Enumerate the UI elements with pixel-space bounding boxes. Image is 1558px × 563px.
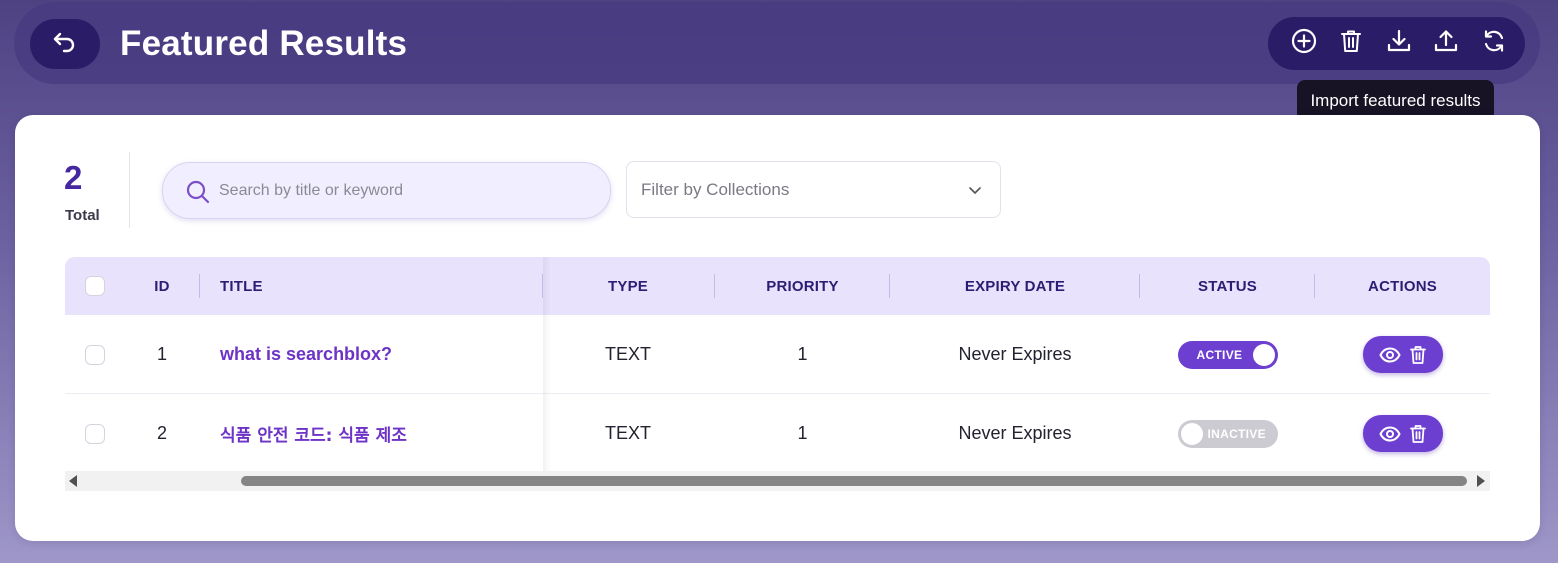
trash-icon — [1409, 345, 1426, 364]
toggle-knob — [1252, 343, 1275, 366]
row-select-cell — [85, 315, 105, 394]
status-toggle-label: ACTIVE — [1196, 347, 1243, 362]
column-header-type[interactable]: TYPE — [543, 257, 713, 315]
featured-results-card: 2 Total Filter by Collections ID TITLE — [15, 115, 1540, 541]
search-icon — [185, 179, 211, 210]
toolbar — [1268, 17, 1525, 70]
table-row: 2 식품 안전 코드: 식품 제조 TEXT 1 Never Expires I… — [65, 394, 1490, 473]
row-actions-cell — [1315, 394, 1490, 473]
row-status-cell: INACTIVE — [1140, 394, 1315, 473]
total-summary: 2 Total — [64, 159, 130, 229]
row-title-link[interactable]: what is searchblox? — [220, 315, 540, 394]
row-select-cell — [85, 394, 105, 473]
row-type: TEXT — [604, 344, 651, 364]
search-input[interactable] — [219, 175, 589, 207]
column-header-expiry-date[interactable]: EXPIRY DATE — [890, 257, 1140, 315]
featured-results-table: ID TITLE TYPE PRIORITY EXPIRY DATE STATU… — [65, 257, 1490, 491]
column-header-actions: ACTIONS — [1368, 277, 1437, 295]
refresh-icon — [1481, 28, 1507, 59]
row-priority: 1 — [797, 344, 808, 364]
undo-arrow-icon — [52, 31, 78, 58]
status-toggle[interactable]: INACTIVE — [1177, 419, 1278, 448]
trash-icon — [1409, 424, 1426, 443]
status-toggle-label: INACTIVE — [1207, 426, 1266, 441]
horizontal-scrollbar[interactable] — [65, 471, 1490, 491]
filter-placeholder: Filter by Collections — [641, 180, 790, 199]
row-priority: 1 — [797, 423, 808, 443]
view-button[interactable] — [1379, 347, 1401, 363]
delete-row-button[interactable] — [1409, 424, 1427, 444]
total-label: Total — [65, 207, 100, 224]
column-header-id[interactable]: ID — [137, 257, 187, 315]
row-actions — [1362, 415, 1443, 452]
download-icon — [1386, 28, 1412, 59]
search-box — [162, 162, 611, 219]
row-actions-cell — [1315, 315, 1490, 394]
collections-filter-select[interactable]: Filter by Collections — [626, 161, 1001, 218]
export-button[interactable] — [1423, 24, 1471, 64]
view-button[interactable] — [1379, 426, 1401, 442]
row-id: 1 — [156, 344, 167, 364]
row-checkbox[interactable] — [85, 344, 105, 365]
page-title: Featured Results — [120, 24, 408, 63]
refresh-button[interactable] — [1470, 24, 1518, 64]
column-header-status[interactable]: STATUS — [1140, 257, 1315, 315]
summary-divider — [129, 152, 130, 228]
delete-row-button[interactable] — [1409, 345, 1427, 365]
column-divider — [199, 274, 200, 298]
eye-icon — [1379, 426, 1400, 441]
toggle-knob — [1180, 422, 1203, 445]
row-expiry-date: Never Expires — [958, 423, 1072, 443]
column-header-priority[interactable]: PRIORITY — [715, 257, 890, 315]
add-button[interactable] — [1280, 24, 1328, 64]
upload-icon — [1433, 28, 1459, 59]
delete-all-button[interactable] — [1328, 24, 1376, 64]
scroll-right-arrow-icon[interactable] — [1477, 475, 1485, 487]
plus-circle-icon — [1290, 27, 1318, 60]
total-count: 2 — [64, 159, 83, 196]
row-type: TEXT — [604, 423, 651, 443]
table-row: 1 what is searchblox? TEXT 1 Never Expir… — [65, 315, 1490, 394]
scrollbar-thumb[interactable] — [241, 476, 1467, 486]
row-expiry-date: Never Expires — [958, 344, 1072, 364]
row-checkbox[interactable] — [85, 423, 105, 444]
trash-icon — [1339, 28, 1363, 59]
select-all-cell — [85, 257, 105, 315]
status-toggle[interactable]: ACTIVE — [1177, 340, 1278, 369]
eye-icon — [1379, 347, 1400, 362]
header-bar: Featured Results — [14, 2, 1540, 84]
scroll-left-arrow-icon[interactable] — [69, 475, 77, 487]
row-actions — [1362, 336, 1443, 373]
back-button[interactable] — [30, 19, 100, 69]
sticky-column-shadow — [543, 257, 551, 471]
import-button[interactable] — [1375, 24, 1423, 64]
chevron-down-icon — [967, 182, 983, 203]
row-id: 2 — [156, 423, 167, 443]
row-title-link[interactable]: 식품 안전 코드: 식품 제조 — [220, 394, 540, 473]
row-status-cell: ACTIVE — [1140, 315, 1315, 394]
column-header-title[interactable]: TITLE — [220, 257, 420, 315]
table-header: ID TITLE TYPE PRIORITY EXPIRY DATE STATU… — [65, 257, 1490, 315]
select-all-checkbox[interactable] — [85, 276, 105, 296]
